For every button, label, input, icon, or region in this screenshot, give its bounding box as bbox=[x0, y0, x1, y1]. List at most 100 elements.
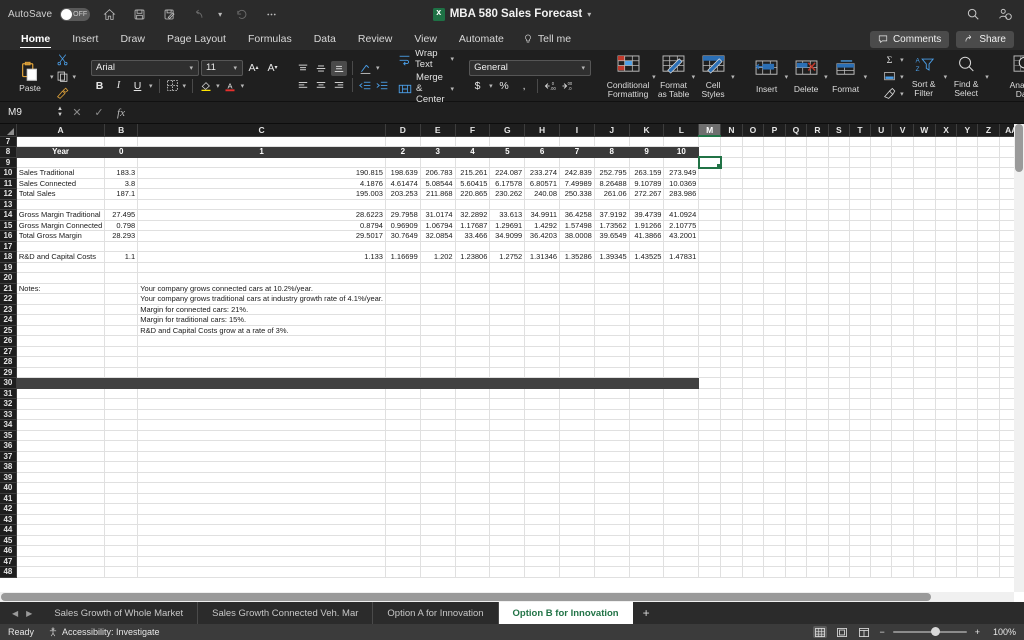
cell-L25[interactable] bbox=[663, 325, 700, 336]
cell-K19[interactable] bbox=[629, 262, 665, 273]
cell-J48[interactable] bbox=[594, 566, 630, 578]
cell-T29[interactable] bbox=[849, 367, 871, 378]
cell-C20[interactable] bbox=[137, 272, 386, 284]
cell-Z16[interactable] bbox=[977, 230, 1000, 242]
find-select-button[interactable]: Find & Select bbox=[948, 55, 984, 98]
cell-H34[interactable] bbox=[524, 419, 561, 431]
cell-F22[interactable] bbox=[455, 293, 491, 305]
cell-Q24[interactable] bbox=[785, 314, 808, 326]
cell-A44[interactable] bbox=[16, 524, 106, 536]
cell-J16[interactable]: 39.6549 bbox=[594, 230, 630, 242]
cell-U18[interactable] bbox=[870, 251, 893, 263]
cell-Z42[interactable] bbox=[977, 503, 1000, 515]
cell-Y29[interactable] bbox=[956, 367, 979, 378]
cell-X7[interactable] bbox=[935, 136, 958, 147]
cell-D14[interactable]: 29.7958 bbox=[385, 209, 421, 221]
cell-O44[interactable] bbox=[742, 524, 765, 536]
cell-V17[interactable] bbox=[891, 241, 914, 252]
cell-M42[interactable] bbox=[698, 503, 722, 515]
cell-B10[interactable]: 183.3 bbox=[104, 167, 139, 179]
cell-H12[interactable]: 240.08 bbox=[524, 188, 561, 200]
cell-O47[interactable] bbox=[742, 556, 765, 567]
cell-M35[interactable] bbox=[698, 430, 722, 441]
cell-T46[interactable] bbox=[849, 545, 871, 557]
save-icon[interactable] bbox=[128, 3, 150, 25]
cell-P43[interactable] bbox=[763, 514, 786, 525]
cell-M12[interactable] bbox=[698, 188, 722, 200]
column-header-g[interactable]: G bbox=[489, 124, 526, 137]
cell-Z24[interactable] bbox=[977, 314, 1000, 326]
merge-center-button[interactable]: Merge & Center ▾ bbox=[398, 72, 455, 105]
cell-C43[interactable] bbox=[137, 514, 386, 525]
cell-U41[interactable] bbox=[870, 493, 893, 504]
cell-U38[interactable] bbox=[870, 461, 893, 473]
cell-V43[interactable] bbox=[891, 514, 914, 525]
cell-Z31[interactable] bbox=[977, 388, 1000, 399]
cell-O35[interactable] bbox=[742, 430, 765, 441]
cell-D8[interactable]: 2 bbox=[385, 146, 421, 158]
cell-S45[interactable] bbox=[828, 535, 850, 546]
confirm-icon[interactable]: ✓ bbox=[88, 106, 110, 119]
cell-D24[interactable] bbox=[385, 314, 421, 326]
row-header-20[interactable]: 20 bbox=[0, 272, 17, 284]
cell-Q20[interactable] bbox=[785, 272, 808, 284]
cell-Z47[interactable] bbox=[977, 556, 1000, 567]
cell-J31[interactable] bbox=[594, 388, 630, 399]
row-header-7[interactable]: 7 bbox=[0, 136, 17, 147]
cell-Q31[interactable] bbox=[785, 388, 808, 399]
cell-D25[interactable] bbox=[385, 325, 421, 336]
delete-cells-button[interactable]: Delete bbox=[789, 59, 823, 94]
cell-Y25[interactable] bbox=[956, 325, 979, 336]
cell-F30[interactable] bbox=[455, 377, 491, 389]
cell-D33[interactable] bbox=[385, 409, 421, 420]
cell-E20[interactable] bbox=[420, 272, 456, 284]
cell-J12[interactable]: 261.06 bbox=[594, 188, 630, 200]
cell-O17[interactable] bbox=[742, 241, 765, 252]
cell-M48[interactable] bbox=[698, 566, 722, 578]
cell-F21[interactable] bbox=[455, 283, 491, 294]
cut-icon[interactable] bbox=[55, 52, 70, 67]
cell-P46[interactable] bbox=[763, 545, 786, 557]
cell-Z25[interactable] bbox=[977, 325, 1000, 336]
number-format-select[interactable]: General ▾ bbox=[469, 59, 592, 76]
cell-M36[interactable] bbox=[698, 440, 722, 452]
cell-U19[interactable] bbox=[870, 262, 893, 273]
row-header-12[interactable]: 12 bbox=[0, 188, 17, 200]
cell-A15[interactable]: Gross Margin Connected bbox=[16, 220, 106, 231]
cell-M25[interactable] bbox=[698, 325, 722, 336]
cell-V9[interactable] bbox=[891, 157, 914, 168]
cell-Z22[interactable] bbox=[977, 293, 1000, 305]
cell-U32[interactable] bbox=[870, 398, 893, 410]
cell-Q27[interactable] bbox=[785, 346, 808, 357]
cell-Y35[interactable] bbox=[956, 430, 979, 441]
cell-F8[interactable]: 4 bbox=[455, 146, 491, 158]
cell-O19[interactable] bbox=[742, 262, 765, 273]
home-icon[interactable] bbox=[98, 3, 120, 25]
column-header-s[interactable]: S bbox=[828, 124, 850, 137]
cell-A48[interactable] bbox=[16, 566, 106, 578]
cell-O21[interactable] bbox=[742, 283, 765, 294]
cell-L45[interactable] bbox=[663, 535, 700, 546]
cell-O15[interactable] bbox=[742, 220, 765, 231]
cell-D31[interactable] bbox=[385, 388, 421, 399]
tab-view[interactable]: View bbox=[403, 28, 448, 50]
row-header-19[interactable]: 19 bbox=[0, 262, 17, 273]
cell-T9[interactable] bbox=[849, 157, 871, 168]
cell-Y39[interactable] bbox=[956, 472, 979, 483]
find-select-chevron-down-icon[interactable]: ▾ bbox=[984, 73, 990, 81]
cell-V40[interactable] bbox=[891, 482, 914, 494]
format-painter-icon[interactable] bbox=[55, 86, 70, 101]
cell-A32[interactable] bbox=[16, 398, 106, 410]
cell-X20[interactable] bbox=[935, 272, 958, 284]
cell-G44[interactable] bbox=[489, 524, 526, 536]
cell-I47[interactable] bbox=[559, 556, 595, 567]
cell-K24[interactable] bbox=[629, 314, 665, 326]
row-header-27[interactable]: 27 bbox=[0, 346, 17, 357]
cell-X11[interactable] bbox=[935, 178, 958, 189]
cell-N28[interactable] bbox=[720, 356, 743, 368]
cell-G34[interactable] bbox=[489, 419, 526, 431]
cell-N45[interactable] bbox=[720, 535, 743, 546]
cell-P19[interactable] bbox=[763, 262, 786, 273]
cell-K25[interactable] bbox=[629, 325, 665, 336]
cell-Q43[interactable] bbox=[785, 514, 808, 525]
